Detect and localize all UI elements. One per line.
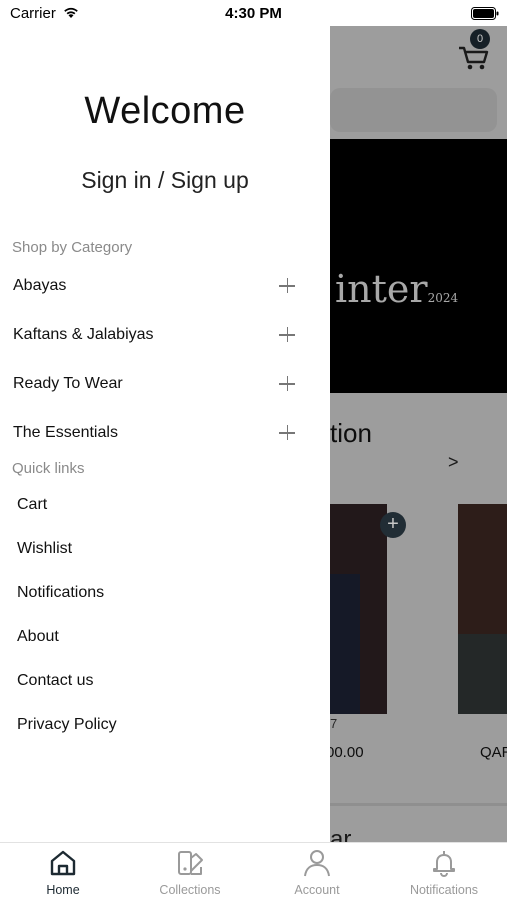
quicklink-label: Notifications: [17, 584, 105, 601]
category-item-essentials[interactable]: The Essentials: [0, 419, 310, 449]
status-time: 4:30 PM: [225, 5, 282, 22]
welcome-title: Welcome: [84, 90, 246, 132]
quicklink-label: Cart: [17, 496, 48, 513]
quicklink-about[interactable]: About: [0, 623, 310, 653]
category-label: Abayas: [13, 277, 67, 294]
expand-plus-icon[interactable]: [279, 277, 297, 295]
expand-plus-icon[interactable]: [279, 424, 297, 442]
tab-label: Collections: [159, 883, 221, 897]
background-home-screen[interactable]: inter2024 tion > + 7 00.00 QAR ar 0: [330, 26, 507, 842]
category-item-kaftans[interactable]: Kaftans & Jalabiyas: [0, 321, 310, 351]
account-icon: [304, 850, 330, 877]
bell-icon: [433, 851, 455, 878]
quicklink-privacy-policy[interactable]: Privacy Policy: [0, 711, 310, 741]
quicklink-label: About: [17, 628, 59, 645]
tab-home[interactable]: Home: [0, 843, 126, 900]
quicklink-wishlist[interactable]: Wishlist: [0, 535, 310, 565]
tab-label: Home: [46, 883, 80, 897]
quicklink-label: Wishlist: [17, 540, 73, 557]
tab-collections[interactable]: Collections: [127, 843, 253, 900]
bottom-tab-bar: Home Collections Account Notifications: [0, 842, 507, 900]
tab-label: Notifications: [409, 883, 479, 897]
tab-account[interactable]: Account: [254, 843, 380, 900]
quick-links-header: Quick links: [12, 460, 85, 477]
expand-plus-icon[interactable]: [279, 375, 297, 393]
category-label: The Essentials: [13, 424, 118, 441]
category-label: Ready To Wear: [13, 375, 123, 392]
collections-icon: [178, 851, 203, 875]
quicklink-notifications[interactable]: Notifications: [0, 579, 310, 609]
home-icon: [50, 850, 76, 876]
battery-icon: [471, 7, 499, 20]
status-bar: Carrier 4:30 PM: [0, 0, 507, 28]
quicklink-contact-us[interactable]: Contact us: [0, 667, 310, 697]
quicklink-cart[interactable]: Cart: [0, 491, 310, 521]
expand-plus-icon[interactable]: [279, 326, 297, 344]
category-item-abayas[interactable]: Abayas: [0, 272, 310, 302]
tab-label: Account: [294, 883, 340, 897]
tab-notifications[interactable]: Notifications: [381, 843, 507, 900]
category-item-ready-to-wear[interactable]: Ready To Wear: [0, 370, 310, 400]
drawer-overlay: [330, 26, 507, 842]
quicklink-label: Contact us: [17, 672, 94, 689]
sign-in-link[interactable]: Sign in / Sign up: [0, 167, 330, 194]
category-label: Kaftans & Jalabiyas: [13, 326, 154, 343]
shop-by-category-header: Shop by Category: [12, 239, 133, 256]
side-drawer: Welcome Sign in / Sign up Shop by Catego…: [0, 0, 330, 842]
quicklink-label: Privacy Policy: [17, 716, 117, 733]
